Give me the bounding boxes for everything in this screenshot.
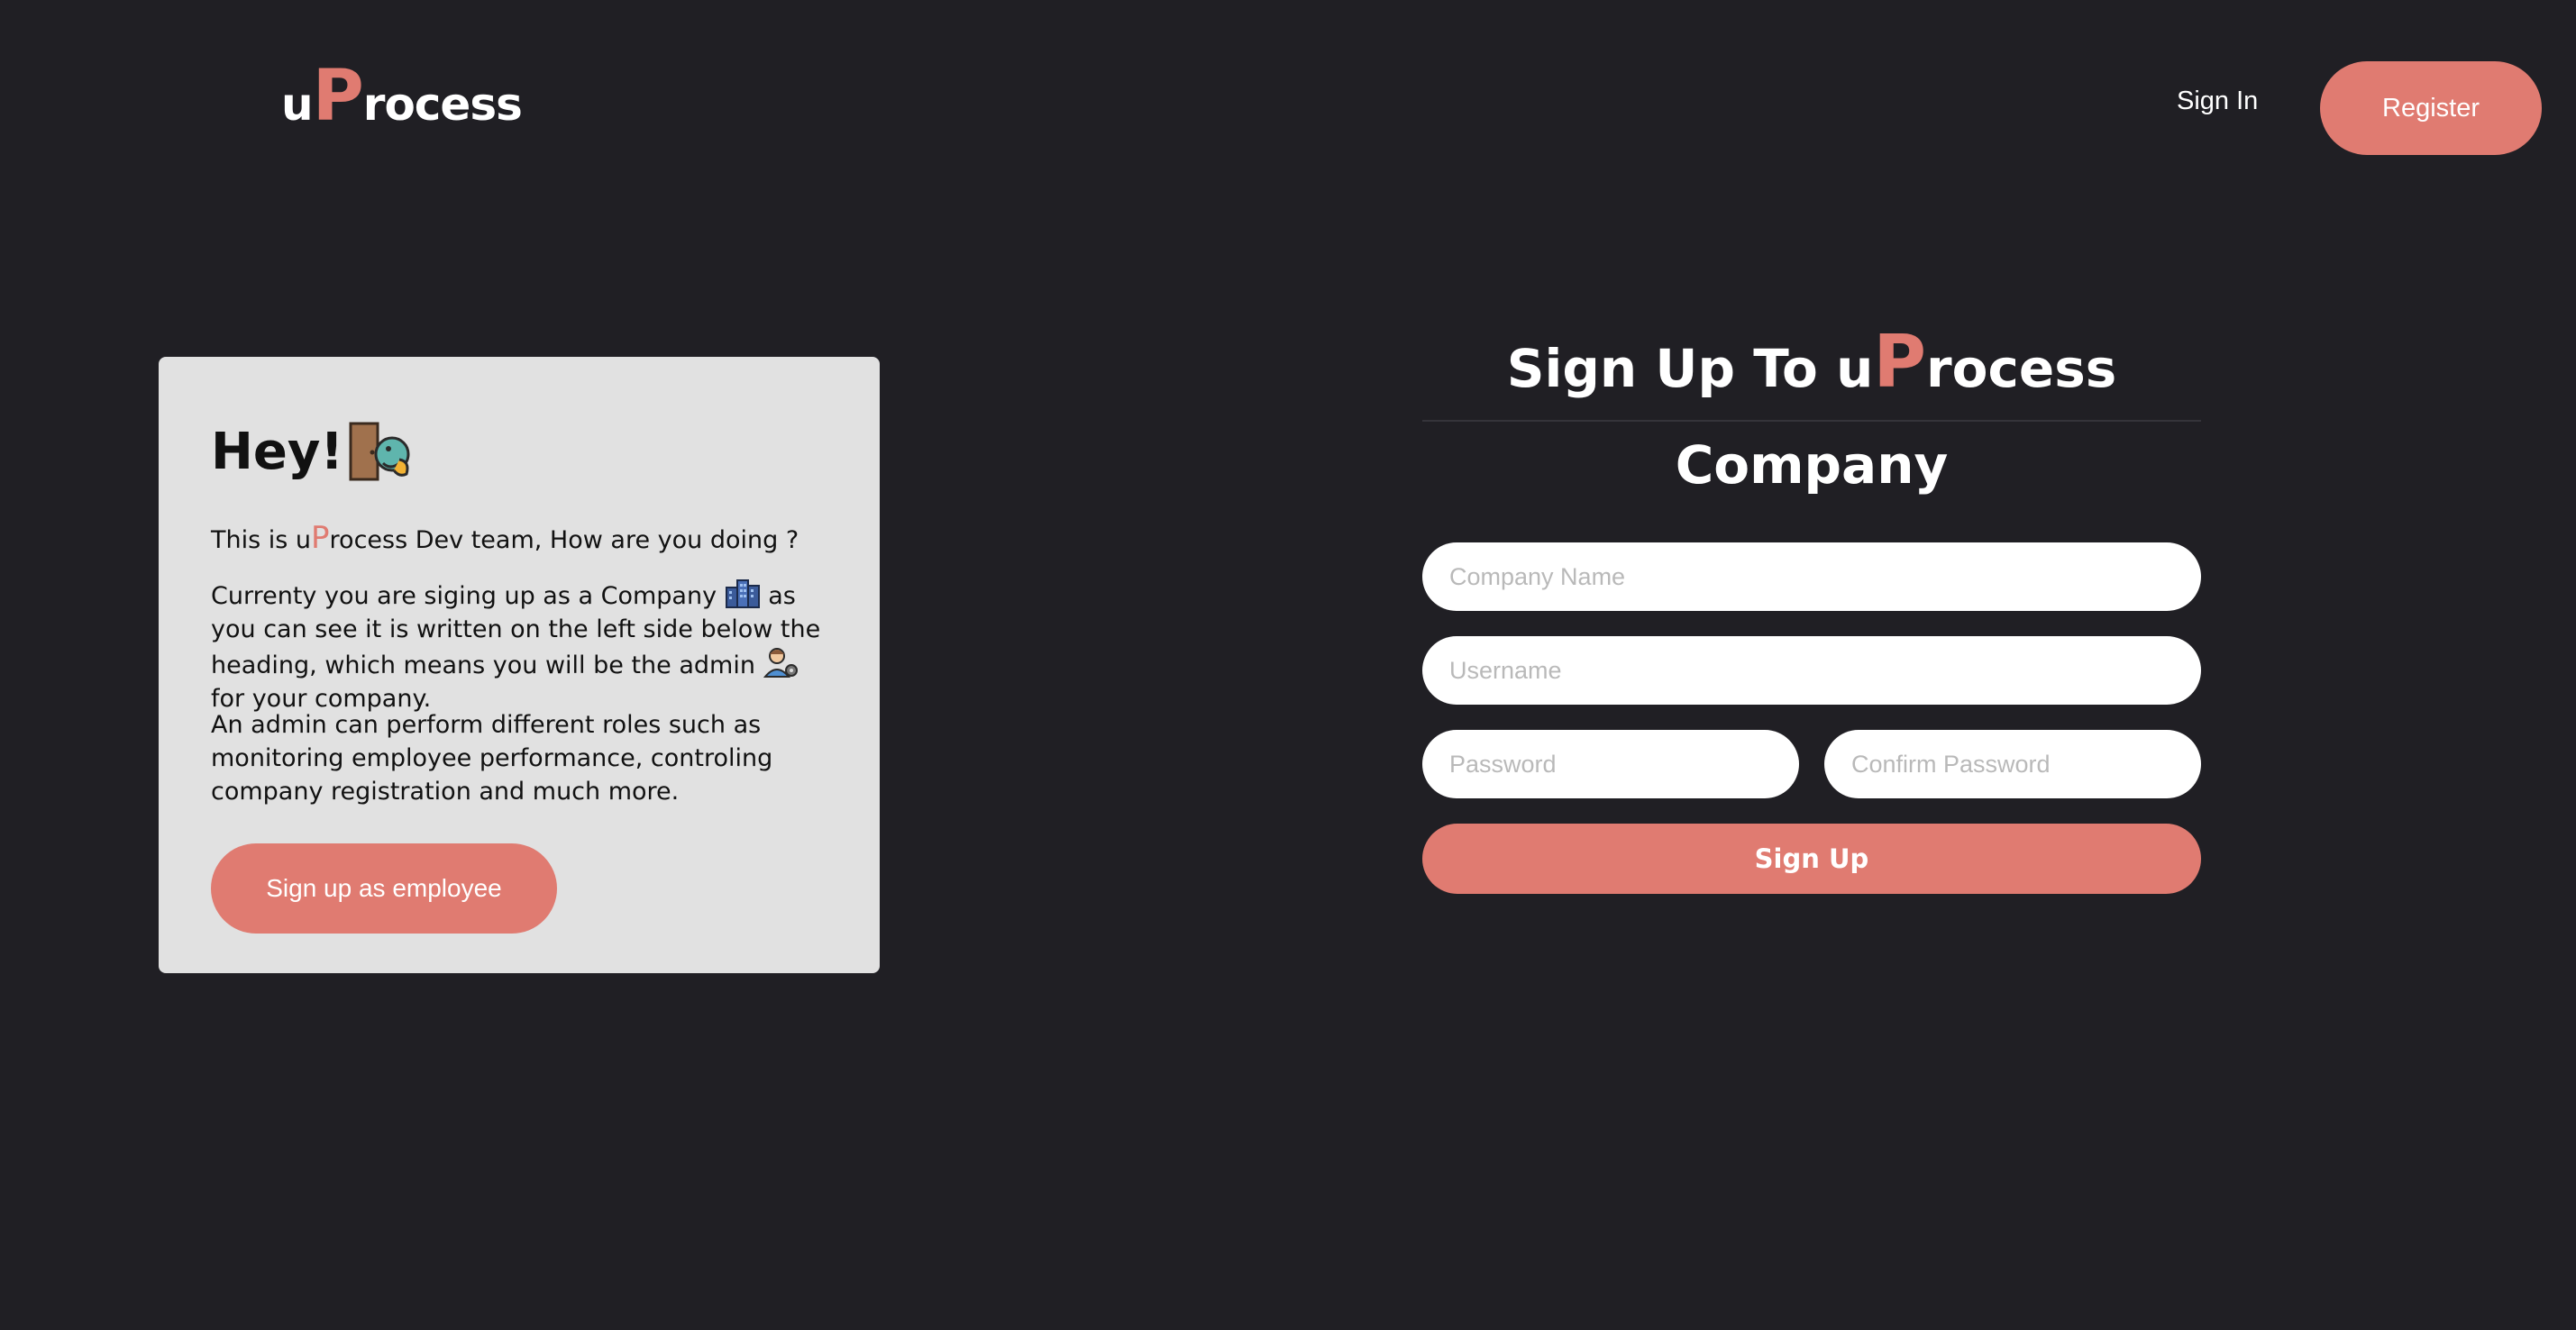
sign-in-link[interactable]: Sign In: [2177, 87, 2258, 116]
intro-text: This is uProcess Dev team, How are you d…: [211, 522, 833, 557]
logo-accent: P: [312, 56, 364, 137]
account-type-label: Company: [1675, 434, 1949, 496]
info-card: Hey! This is uProcess Dev team, How are …: [159, 357, 880, 973]
username-input[interactable]: [1422, 636, 2201, 705]
form-divider: [1422, 420, 2201, 422]
signup-employee-button[interactable]: Sign up as employee: [211, 843, 557, 934]
form-title-suffix: rocess: [1926, 338, 2117, 399]
sign-up-button[interactable]: Sign Up: [1422, 824, 2201, 894]
card-heading-text: Hey!: [211, 422, 343, 481]
admin-technologist-icon: [763, 648, 798, 678]
role-explanation: Currenty you are siging up as a Company …: [211, 577, 833, 715]
door-peek-icon: [349, 422, 410, 481]
role-text-1: Currenty you are siging up as a Company: [211, 582, 717, 610]
intro-before: This is u: [211, 526, 312, 554]
password-input[interactable]: [1422, 730, 1799, 798]
card-heading: Hey!: [211, 420, 416, 483]
intro-accent: P: [311, 520, 330, 556]
logo-suffix: rocess: [362, 78, 523, 131]
form-title-accent: P: [1873, 320, 1927, 404]
company-name-input[interactable]: [1422, 542, 2201, 611]
confirm-password-input[interactable]: [1824, 730, 2201, 798]
logo-prefix: u: [281, 78, 314, 131]
intro-after: rocess Dev team, How are you doing ?: [329, 526, 799, 554]
office-building-icon: [725, 579, 760, 608]
admin-description: An admin can perform different roles suc…: [211, 711, 773, 806]
logo[interactable]: uProcess: [281, 61, 523, 132]
form-title-prefix: Sign Up To u: [1506, 338, 1874, 399]
register-button[interactable]: Register: [2320, 61, 2542, 155]
form-title: Sign Up To uProcess: [1422, 326, 2201, 398]
